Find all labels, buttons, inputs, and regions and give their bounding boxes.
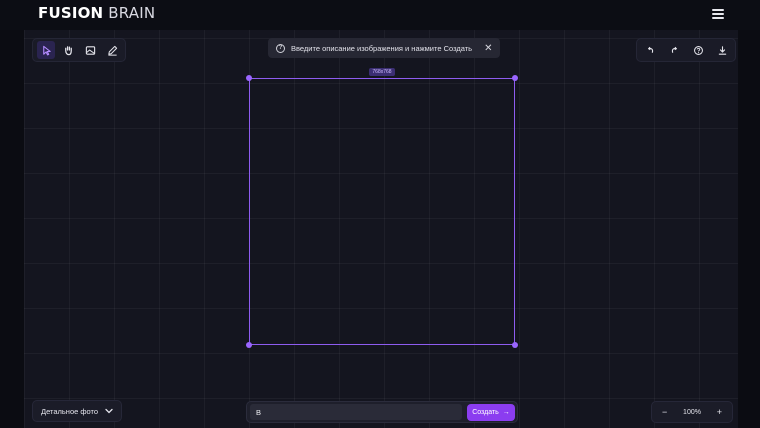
top-bar: FUSION BRAIN xyxy=(0,0,760,30)
actions-toolbar xyxy=(636,38,736,62)
arrow-right-icon: → xyxy=(502,409,510,416)
pencil-icon[interactable] xyxy=(103,41,121,59)
download-icon[interactable] xyxy=(713,41,731,59)
hint-banner: ? Введите описание изображения и нажмите… xyxy=(268,38,501,58)
tools-toolbar xyxy=(32,38,126,62)
resize-handle[interactable] xyxy=(246,75,252,81)
prompt-bar: Создать → xyxy=(246,401,518,423)
resize-handle[interactable] xyxy=(512,75,518,81)
resize-handle[interactable] xyxy=(512,342,518,348)
style-select[interactable]: Детальное фото xyxy=(32,400,122,422)
zoom-control: − 100% + xyxy=(651,401,733,423)
hamburger-icon[interactable] xyxy=(712,9,724,19)
right-edge xyxy=(738,30,760,428)
create-button[interactable]: Создать → xyxy=(467,404,515,421)
image-frame[interactable] xyxy=(246,75,518,348)
zoom-in-button[interactable]: + xyxy=(717,407,722,417)
prompt-input[interactable] xyxy=(250,404,462,420)
logo[interactable]: FUSION BRAIN xyxy=(38,4,155,22)
cursor-icon[interactable] xyxy=(37,41,55,59)
help-circle-icon: ? xyxy=(276,43,285,53)
chevron-down-icon xyxy=(105,407,113,416)
resize-handle[interactable] xyxy=(246,342,252,348)
redo-icon[interactable] xyxy=(665,41,683,59)
help-icon[interactable] xyxy=(689,41,707,59)
style-select-value: Детальное фото xyxy=(41,406,99,416)
logo-bold: FUSION xyxy=(38,4,104,22)
undo-icon[interactable] xyxy=(641,41,659,59)
create-button-label: Создать xyxy=(472,409,499,416)
logo-light: BRAIN xyxy=(108,4,156,22)
left-edge xyxy=(0,30,24,428)
zoom-out-button[interactable]: − xyxy=(662,407,667,417)
image-upload-icon[interactable] xyxy=(81,41,99,59)
close-icon[interactable]: ✕ xyxy=(484,43,492,54)
hint-text: Введите описание изображения и нажмите С… xyxy=(291,43,473,53)
zoom-level: 100% xyxy=(683,408,701,416)
hand-icon[interactable] xyxy=(59,41,77,59)
frame-size-badge: 768x768 xyxy=(369,68,395,76)
